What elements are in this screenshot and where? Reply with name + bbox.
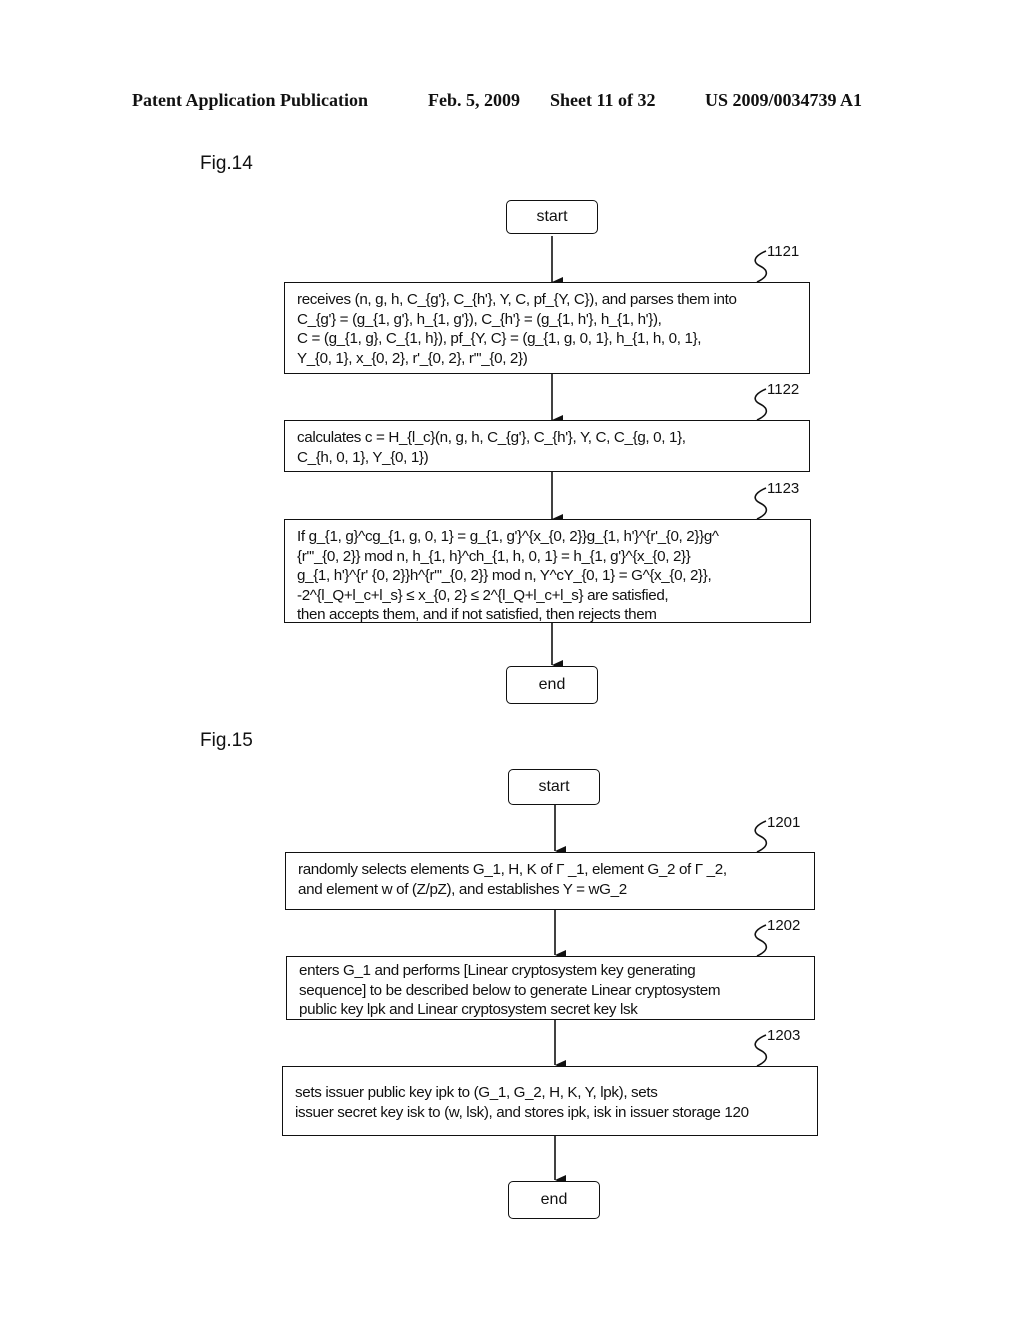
ref-leader-1123: [754, 487, 768, 520]
step-text-line: public key lpk and Linear cryptosystem s…: [299, 1001, 638, 1018]
fig14-ref-1122: 1122: [767, 381, 800, 398]
step-text-line: issuer secret key isk to (w, lsk), and s…: [295, 1103, 749, 1121]
fig14-start-terminal: start: [506, 200, 598, 234]
fig15-start-terminal: start: [508, 769, 600, 805]
ref-leader-1202: [754, 924, 768, 957]
step-text-line: {r'''_{0, 2}} mod n, h_{1, h}^ch_{1, h, …: [297, 547, 691, 565]
fig14-step-1122: calculates c = H_{l_c}(n, g, h, C_{g'}, …: [284, 420, 810, 472]
fig15-end-terminal: end: [508, 1181, 600, 1219]
fig15-step-1201: randomly selects elements G_1, H, K of Γ…: [285, 852, 815, 910]
step-text-line: receives (n, g, h, C_{g'}, C_{h'}, Y, C,…: [297, 291, 737, 308]
step-text-line: If g_{1, g}^cg_{1, g, 0, 1} = g_{1, g'}^…: [297, 528, 719, 545]
step-text-line: calculates c = H_{l_c}(n, g, h, C_{g'}, …: [297, 429, 686, 446]
fig14-ref-1123: 1123: [767, 480, 800, 497]
fig14-step-1123: If g_{1, g}^cg_{1, g, 0, 1} = g_{1, g'}^…: [284, 519, 811, 623]
fig15-ref-1203: 1203: [767, 1027, 801, 1044]
ref-leader-1203: [754, 1034, 768, 1067]
step-text-line: Y_{0, 1}, x_{0, 2}, r'_{0, 2}, r'''_{0, …: [297, 349, 528, 367]
step-text-line: g_{1, h'}^{r' {0, 2}}h^{r'''_{0, 2}} mod…: [297, 567, 712, 584]
step-text-line: -2^{l_Q+l_c+l_s} ≤ x_{0, 2} ≤ 2^{l_Q+l_c…: [297, 586, 669, 604]
step-text-line: sequence] to be described below to gener…: [299, 981, 721, 999]
step-text-line: randomly selects elements G_1, H, K of Γ…: [298, 861, 727, 878]
fig15-label: Fig.15: [200, 730, 253, 751]
step-text-line: sets issuer public key ipk to (G_1, G_2,…: [295, 1084, 658, 1101]
fig14-label: Fig.14: [200, 153, 253, 174]
step-text-line: enters G_1 and performs [Linear cryptosy…: [299, 962, 696, 979]
fig14-end-terminal: end: [506, 666, 598, 704]
step-text-line: C_{g'} = (g_{1, g'}, h_{1, g'}), C_{h'} …: [297, 310, 662, 328]
step-text-line: C_{h, 0, 1}, Y_{0, 1}): [297, 448, 429, 466]
step-text-line: then accepts them, and if not satisfied,…: [297, 606, 657, 623]
step-text-line: and element w of (Z/pZ), and establishes…: [298, 880, 627, 898]
fig14-step-1121: receives (n, g, h, C_{g'}, C_{h'}, Y, C,…: [284, 282, 810, 374]
fig15-ref-1202: 1202: [767, 917, 801, 934]
fig15-ref-1201: 1201: [767, 814, 801, 831]
ref-leader-1201: [754, 820, 768, 853]
fig15-step-1203: sets issuer public key ipk to (G_1, G_2,…: [282, 1066, 818, 1136]
fig14-ref-1121: 1121: [767, 243, 800, 260]
ref-leader-1122: [754, 388, 768, 421]
ref-leader-1121: [754, 250, 768, 283]
step-text-line: C = (g_{1, g}, C_{1, h}), pf_{Y, C} = (g…: [297, 330, 702, 347]
fig15-step-1202: enters G_1 and performs [Linear cryptosy…: [286, 956, 815, 1020]
